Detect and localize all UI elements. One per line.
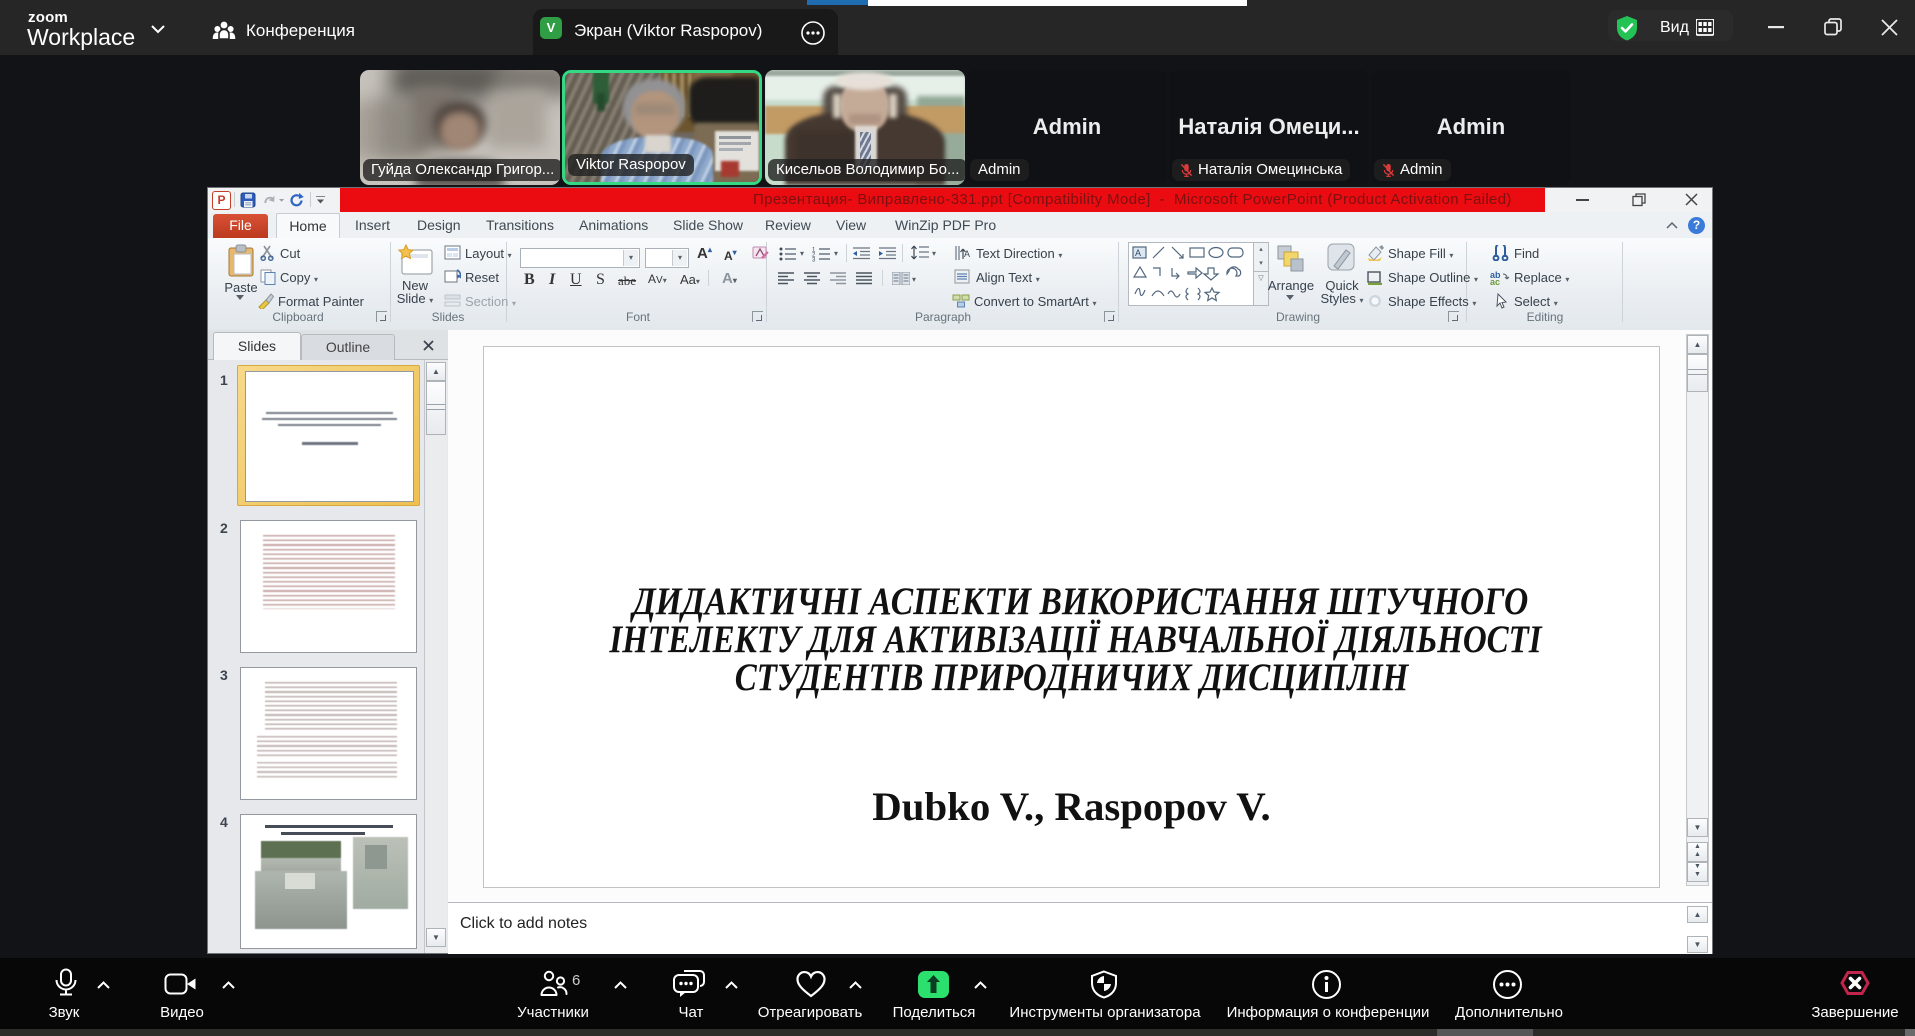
svg-text:A: A bbox=[964, 249, 970, 259]
svg-text:A: A bbox=[1135, 248, 1141, 258]
svg-text:3: 3 bbox=[812, 258, 816, 263]
svg-text:ac: ac bbox=[1490, 277, 1500, 285]
